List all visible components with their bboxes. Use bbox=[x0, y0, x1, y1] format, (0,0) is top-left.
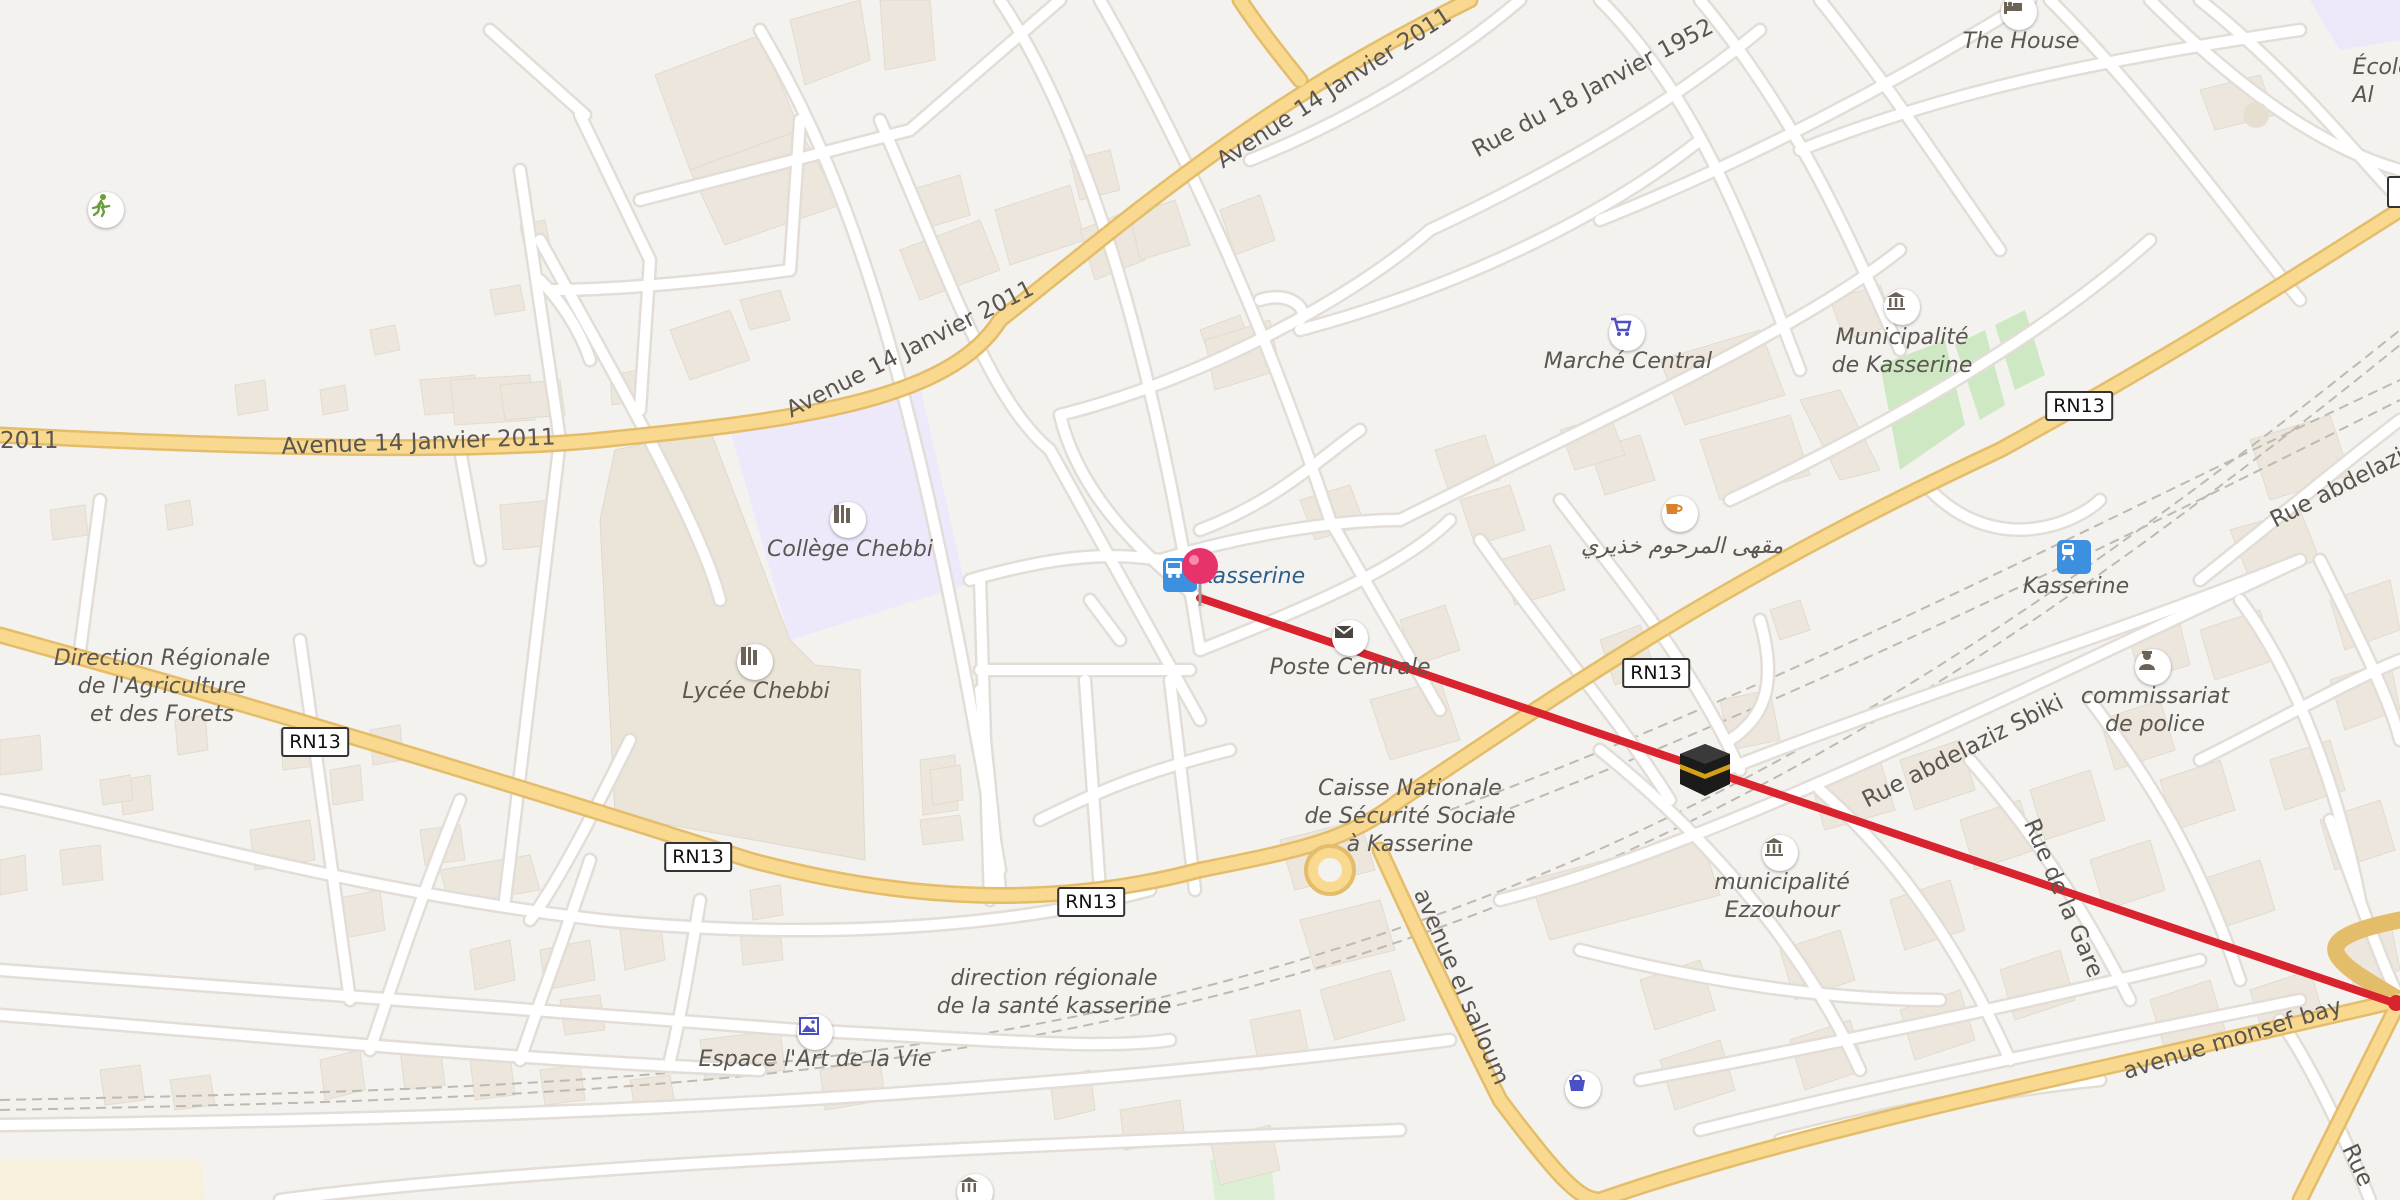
route-shield-rn13: RN13 bbox=[2045, 391, 2113, 421]
marche-label: Marché Central bbox=[1543, 349, 1713, 374]
running-icon[interactable] bbox=[88, 192, 124, 228]
townhall-icon[interactable] bbox=[1762, 835, 1798, 871]
route-shield-rn13: RN13 bbox=[1057, 887, 1125, 917]
ecole-label: École Al bbox=[2352, 55, 2400, 108]
route-shield-rn13: RN13 bbox=[1622, 658, 1690, 688]
tree-marker bbox=[2243, 102, 2269, 128]
espace-label: Espace l'Art de la Vie bbox=[698, 1047, 932, 1072]
map-canvas[interactable]: Avenue 14 Janvier 2011 Avenue 14 Janvier… bbox=[0, 0, 2400, 1200]
college-label: Collège Chebbi bbox=[767, 537, 933, 562]
location-pin-icon[interactable] bbox=[1177, 544, 1223, 608]
poste-label: Poste Centrale bbox=[1269, 655, 1431, 680]
route-shield-rn13: RN13 bbox=[281, 727, 349, 757]
municipalite-ezzouhour-label: municipalité Ezzouhour bbox=[1714, 870, 1850, 923]
municipalite-label: Municipalité de Kasserine bbox=[1831, 325, 1973, 378]
gallery-icon[interactable] bbox=[797, 1014, 833, 1050]
commissariat-label: commissariat de police bbox=[2080, 684, 2230, 737]
mail-icon[interactable] bbox=[1332, 620, 1368, 656]
townhall-icon[interactable] bbox=[1884, 289, 1920, 325]
cafe-icon[interactable] bbox=[1662, 496, 1698, 532]
kaaba-icon[interactable] bbox=[1678, 742, 1732, 798]
lycee-label: Lycée Chebbi bbox=[682, 679, 830, 704]
train-station-label: Kasserine bbox=[2022, 574, 2130, 599]
train-icon[interactable] bbox=[2057, 540, 2091, 574]
the-house-label: The House bbox=[1962, 29, 2080, 54]
lycee-school-icon[interactable] bbox=[737, 644, 773, 680]
sante-label: direction régionale de la santé kasserin… bbox=[936, 966, 1172, 1019]
direction-agriculture-label: Direction Régionale de l'Agriculture et … bbox=[53, 646, 271, 727]
shopping-bag-icon[interactable] bbox=[1565, 1071, 1601, 1107]
route-shield-rn13: RN13 bbox=[664, 842, 732, 872]
cnss-label: Caisse Nationale de Sécurité Sociale à K… bbox=[1304, 776, 1516, 857]
shopping-cart-icon[interactable] bbox=[1609, 315, 1645, 351]
college-school-icon[interactable] bbox=[830, 502, 866, 538]
roundabout-center bbox=[1318, 858, 1342, 882]
cafe-label: مقهى المرحوم خذيري bbox=[1580, 534, 1784, 559]
route-shield-partial bbox=[2387, 176, 2400, 208]
police-icon[interactable] bbox=[2135, 649, 2171, 685]
road-label-av14-edge: 2011 bbox=[0, 428, 59, 454]
